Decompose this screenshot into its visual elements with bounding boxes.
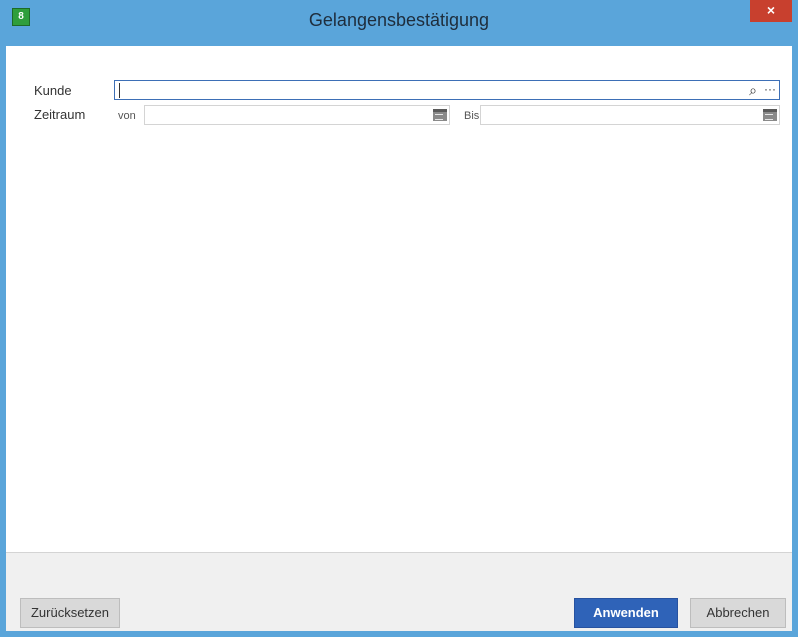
dialog-footer: Zurücksetzen Anwenden Abbrechen: [6, 552, 792, 631]
dialog-window: 8 Gelangensbestätigung × Kunde ⌕ ··· Zei…: [0, 0, 798, 637]
apply-button[interactable]: Anwenden: [574, 598, 678, 628]
bis-date-input[interactable]: [480, 105, 780, 125]
dialog-title: Gelangensbestätigung: [308, 10, 490, 30]
more-options-icon[interactable]: ···: [763, 82, 777, 98]
title-bar[interactable]: 8 Gelangensbestätigung ×: [6, 0, 792, 46]
close-button[interactable]: ×: [750, 0, 792, 22]
text-caret: [119, 83, 120, 98]
dialog-content: Kunde ⌕ ··· Zeitraum von Bis: [6, 46, 792, 552]
zeitraum-label: Zeitraum: [34, 107, 86, 122]
kunde-input[interactable]: ⌕ ···: [114, 80, 780, 100]
bis-label: Bis: [464, 110, 480, 122]
reset-button[interactable]: Zurücksetzen: [20, 598, 120, 628]
von-date-input[interactable]: [144, 105, 450, 125]
search-icon[interactable]: ⌕: [745, 82, 761, 98]
kunde-label: Kunde: [34, 83, 72, 98]
von-label: von: [118, 110, 136, 122]
cancel-button[interactable]: Abbrechen: [690, 598, 786, 628]
calendar-icon[interactable]: [433, 109, 447, 121]
calendar-icon[interactable]: [763, 109, 777, 121]
